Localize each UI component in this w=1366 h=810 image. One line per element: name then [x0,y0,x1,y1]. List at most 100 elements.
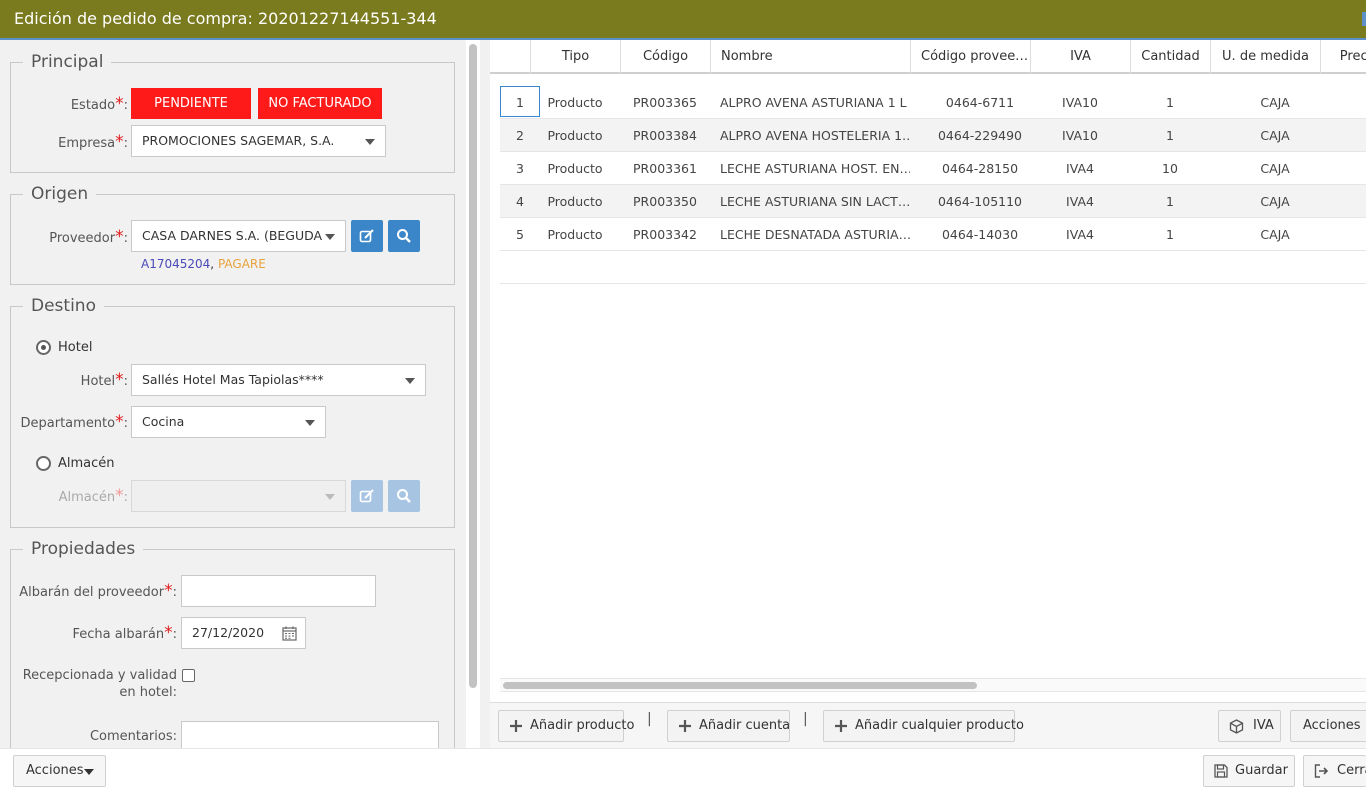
col-header-cantidad[interactable]: Cantidad [1130,40,1210,74]
cell-codigo[interactable]: PR003342 [620,218,710,251]
departamento-select[interactable]: Cocina [131,406,326,438]
albaran-input[interactable] [181,575,376,607]
col-header-precio[interactable]: Preci [1320,40,1366,74]
cell-unidad-medida[interactable]: CAJA [1220,119,1330,152]
lines-actions-button[interactable]: Acciones [1290,710,1366,742]
proveedor-label: Proveedor*: [49,227,128,247]
cell-cantidad[interactable]: 10 [1130,152,1210,185]
form-panel: Principal Estado*: PENDIENTE NO FACTURAD… [0,40,466,748]
empresa-select[interactable]: PROMOCIONES SAGEMAR, S.A. [131,125,386,157]
footer-actions-button[interactable]: Acciones [13,755,106,787]
window-title: Edición de pedido de compra: 20201227144… [14,9,437,28]
cell-unidad-medida[interactable]: CAJA [1220,152,1330,185]
col-header-codigo-proveedor[interactable]: Código provee… [910,40,1030,74]
cell-iva[interactable]: IVA4 [1030,185,1130,218]
chevron-down-icon [325,234,335,240]
cell-iva[interactable]: IVA4 [1030,152,1130,185]
cell-codigo-proveedor[interactable]: 0464-6711 [920,86,1040,119]
hotel-value: Sallés Hotel Mas Tapiolas**** [142,372,324,387]
estado-label: Estado*: [70,94,128,114]
cell-cantidad[interactable]: 1 [1130,86,1210,119]
cell-codigo-proveedor[interactable]: 0464-28150 [920,152,1040,185]
table-row[interactable]: 3 Producto PR003361 LECHE ASTURIANA HOST. E… [500,152,1366,185]
cell-nombre[interactable]: LECHE ASTURIANA HOST. EN… [720,152,910,185]
fecha-albaran-input[interactable]: 27/12/2020 [181,617,306,649]
cell-nombre[interactable]: LECHE DESNATADA ASTURIA… [720,218,910,251]
cell-unidad-medida[interactable]: CAJA [1220,218,1330,251]
col-header-codigo[interactable]: Código [620,40,710,74]
cell-tipo[interactable]: Producto [530,185,620,218]
cell-tipo[interactable]: Producto [530,86,620,119]
hotel-select[interactable]: Sallés Hotel Mas Tapiolas**** [131,364,426,396]
table-row-empty [500,251,1366,284]
scrollbar-thumb[interactable] [469,44,477,688]
add-account-button[interactable]: Añadir cuenta [667,710,790,742]
cell-nombre[interactable]: ALPRO AVENA HOSTELERIA 1… [720,119,910,152]
fecha-albaran-value: 27/12/2020 [192,625,265,640]
edit-icon [359,489,374,503]
cell-codigo-proveedor[interactable]: 0464-229490 [920,119,1040,152]
cell-tipo[interactable]: Producto [530,218,620,251]
cell-iva[interactable]: IVA10 [1030,86,1130,119]
cell-codigo[interactable]: PR003365 [620,86,710,119]
chevron-down-icon [405,378,415,384]
comentarios-textarea[interactable] [181,721,439,748]
cell-codigo[interactable]: PR003350 [620,185,710,218]
edit-proveedor-button[interactable] [351,220,383,252]
close-icon[interactable] [1362,12,1366,26]
hotel-label: Hotel*: [80,370,128,390]
add-any-product-button[interactable]: Añadir cualquier producto [823,710,1024,742]
search-icon [397,489,411,503]
add-product-button[interactable]: Añadir producto [498,710,634,742]
cell-unidad-medida[interactable]: CAJA [1220,86,1330,119]
proveedor-sep: , [210,257,215,271]
panel-divider [480,40,490,748]
search-almacen-button [388,480,420,512]
cell-unidad-medida[interactable]: CAJA [1220,185,1330,218]
chevron-down-icon [305,420,315,426]
plus-icon [510,720,522,732]
cell-codigo[interactable]: PR003384 [620,119,710,152]
cell-cantidad[interactable]: 1 [1130,119,1210,152]
cell-codigo-proveedor[interactable]: 0464-105110 [920,185,1040,218]
search-proveedor-button[interactable] [388,220,420,252]
table-row[interactable]: 4 Producto PR003350 LECHE ASTURIANA SIN LAC… [500,185,1366,218]
iva-button[interactable]: IVA [1218,710,1281,742]
cell-cantidad[interactable]: 1 [1130,185,1210,218]
proveedor-select[interactable]: CASA DARNES S.A. (BEGUDA [131,220,346,252]
table-row[interactable]: 5 Producto PR003342 LECHE DESNATADA ASTURIA… [500,218,1366,251]
form-scrollbar[interactable] [466,40,480,748]
table-row[interactable]: 1 Producto PR003365 ALPRO AVENA ASTURIANA 1… [500,86,1366,119]
cell-iva[interactable]: IVA10 [1030,119,1130,152]
window-titlebar: Edición de pedido de compra: 20201227144… [0,0,1366,40]
grid-header: Tipo Código Nombre Código provee… IVA Ca… [490,40,1366,74]
grid-horizontal-scrollbar[interactable] [500,678,1366,692]
col-header-iva[interactable]: IVA [1030,40,1130,74]
cell-iva[interactable]: IVA4 [1030,218,1130,251]
cell-nombre[interactable]: ALPRO AVENA ASTURIANA 1 L [720,86,910,119]
cell-cantidad[interactable]: 1 [1130,218,1210,251]
save-button[interactable]: Guardar [1203,755,1295,787]
cell-tipo[interactable]: Producto [530,119,620,152]
scrollbar-thumb[interactable] [503,682,977,689]
proveedor-value: CASA DARNES S.A. (BEGUDA [142,228,323,243]
edit-icon [359,229,374,243]
cell-codigo-proveedor[interactable]: 0464-14030 [920,218,1040,251]
cell-codigo[interactable]: PR003361 [620,152,710,185]
hotel-radio[interactable] [36,340,51,355]
col-header-nombre[interactable]: Nombre [710,40,910,74]
col-header-tipo[interactable]: Tipo [530,40,620,74]
table-row[interactable]: 2 Producto PR003384 ALPRO AVENA HOSTELERIA … [500,119,1366,152]
almacen-radio[interactable] [36,456,51,471]
cell-tipo[interactable]: Producto [530,152,620,185]
recepcionada-checkbox[interactable] [182,669,195,682]
close-button[interactable]: Cerrar [1303,755,1366,787]
calendar-icon[interactable] [282,626,297,641]
almacen-radio-label: Almacén [58,456,115,471]
cell-nombre[interactable]: LECHE ASTURIANA SIN LACT… [720,185,910,218]
hotel-radio-label: Hotel [58,340,93,355]
col-header-unidad-medida[interactable]: U. de medida [1210,40,1320,74]
plus-icon [679,720,691,732]
proveedor-info: A17045204, PAGARE [141,257,266,271]
proveedor-payment: PAGARE [217,257,266,271]
